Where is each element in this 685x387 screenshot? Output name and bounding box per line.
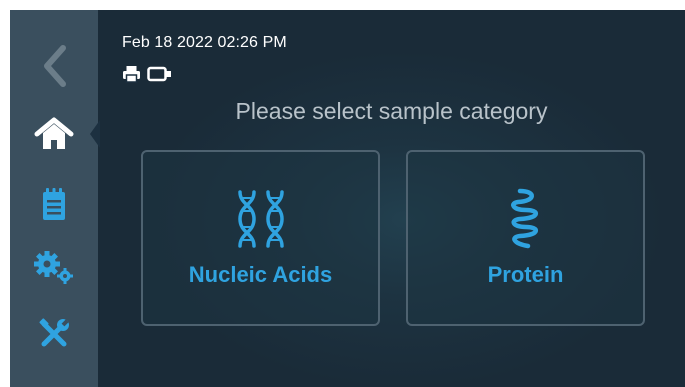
tools-icon xyxy=(37,317,71,351)
sidebar-item-settings[interactable] xyxy=(10,238,98,298)
sidebar-item-notes[interactable] xyxy=(10,174,98,234)
chevron-left-icon xyxy=(39,44,69,88)
category-label: Nucleic Acids xyxy=(188,262,333,287)
sidebar-item-home[interactable] xyxy=(10,104,98,164)
status-icons xyxy=(122,65,173,88)
printer-icon xyxy=(122,65,141,88)
category-protein-button[interactable]: Protein xyxy=(406,150,645,326)
category-label: Protein xyxy=(487,262,564,287)
back-button[interactable] xyxy=(10,36,98,96)
protein-helix-icon xyxy=(506,188,546,250)
page-prompt: Please select sample category xyxy=(235,98,548,124)
category-nucleic-acids-button[interactable]: Nucleic Acids xyxy=(141,150,380,326)
usb-drive-icon xyxy=(147,66,173,87)
app-screen: Feb 18 2022 02:26 PM Please select sampl… xyxy=(10,10,685,387)
gears-icon xyxy=(32,250,76,286)
sidebar-item-tools[interactable] xyxy=(10,304,98,364)
home-icon xyxy=(34,117,74,151)
notepad-icon xyxy=(41,187,67,221)
datetime-display: Feb 18 2022 02:26 PM xyxy=(122,34,287,51)
dna-icon xyxy=(236,188,286,250)
sidebar xyxy=(10,10,100,387)
